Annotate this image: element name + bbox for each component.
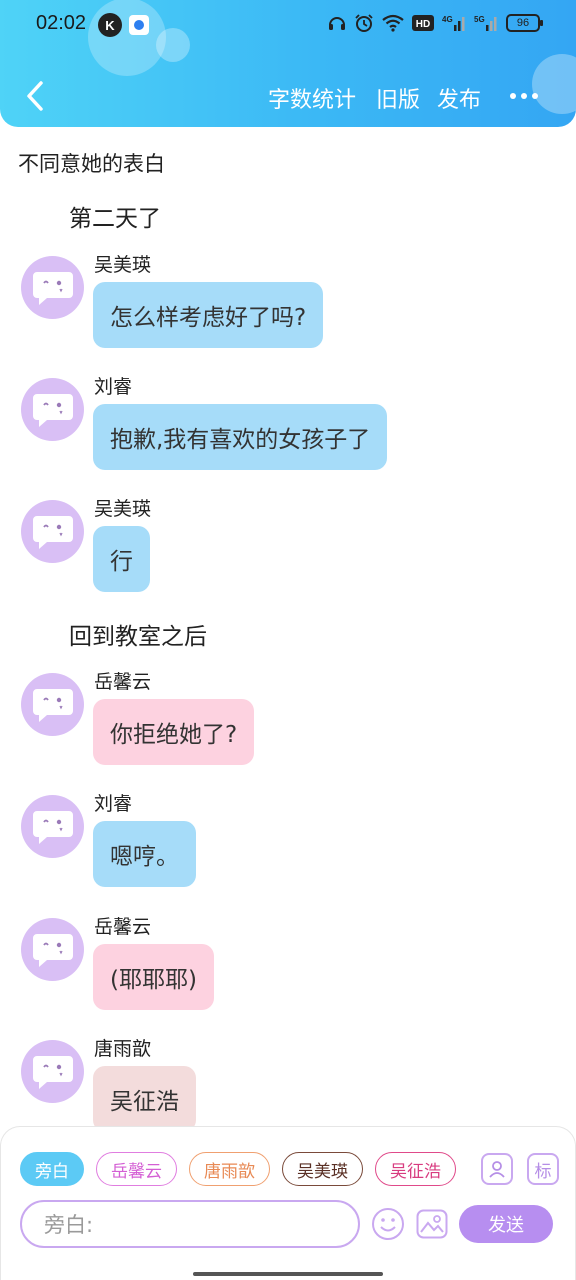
- signal-5g-icon: 5G: [474, 15, 497, 31]
- image-button[interactable]: [414, 1206, 450, 1242]
- image-icon: [416, 1209, 448, 1239]
- k-app-icon: K: [98, 13, 122, 37]
- svg-text:5G: 5G: [474, 15, 485, 24]
- speaker-name: 吴美瑛: [94, 498, 152, 520]
- send-button[interactable]: 发送: [459, 1205, 553, 1243]
- home-indicator[interactable]: [193, 1272, 383, 1276]
- chat-bubble-face-icon: [32, 810, 73, 844]
- avatar[interactable]: [21, 1040, 84, 1103]
- speaker-name: 唐雨歆: [94, 1038, 152, 1060]
- avatar[interactable]: [21, 795, 84, 858]
- chat-bubble-face-icon: [32, 515, 73, 549]
- role-chip-bar[interactable]: 旁白 岳馨云 唐雨歆 吴美瑛 吴征浩: [20, 1152, 464, 1188]
- headphones-icon: [329, 17, 345, 30]
- message-bubble[interactable]: 吴征浩: [93, 1066, 196, 1132]
- avatar[interactable]: [21, 673, 84, 736]
- narration-line[interactable]: 第二天了: [69, 199, 161, 233]
- message-bubble[interactable]: (耶耶耶): [93, 944, 214, 1010]
- speaker-name: 吴美瑛: [94, 254, 152, 276]
- app-notification-icon: [129, 15, 149, 35]
- input-placeholder: 旁白:: [44, 1213, 94, 1237]
- hd-icon: HD: [412, 15, 434, 31]
- battery-level: 96: [516, 17, 530, 29]
- message-bubble[interactable]: 行: [93, 526, 150, 592]
- avatar[interactable]: [21, 378, 84, 441]
- wifi-icon: [382, 14, 404, 32]
- message-bubble[interactable]: 嗯哼。: [93, 821, 196, 887]
- person-icon: [489, 1161, 505, 1178]
- role-chip-tang-yuxin[interactable]: 唐雨歆: [189, 1152, 270, 1186]
- alarm-icon: [355, 14, 373, 32]
- emoji-button[interactable]: [370, 1206, 406, 1242]
- chat-bubble-face-icon: [32, 1055, 73, 1089]
- chat-bubble-face-icon: [32, 688, 73, 722]
- speaker-name: 刘睿: [94, 376, 133, 398]
- signal-4g-icon: 4G: [442, 15, 465, 31]
- chat-bubble-face-icon: [32, 933, 73, 967]
- publish-button[interactable]: 发布: [437, 82, 481, 114]
- message-bubble[interactable]: 抱歉,我有喜欢的女孩子了: [93, 404, 388, 470]
- smile-icon: [372, 1208, 404, 1240]
- svg-text:HD: HD: [416, 19, 430, 30]
- avatar[interactable]: [21, 256, 84, 319]
- character-manage-button[interactable]: [481, 1153, 513, 1185]
- old-version-button[interactable]: 旧版: [376, 82, 420, 114]
- back-button[interactable]: [18, 76, 52, 116]
- speaker-name: 岳馨云: [94, 916, 152, 938]
- story-title[interactable]: 不同意她的表白: [18, 148, 165, 178]
- avatar[interactable]: [21, 500, 84, 563]
- more-dot-icon: [521, 93, 527, 99]
- chat-bubble-face-icon: [32, 271, 73, 305]
- speaker-name: 岳馨云: [94, 671, 152, 693]
- speaker-name: 刘睿: [94, 793, 133, 815]
- decor-bubble: [156, 28, 190, 62]
- battery-indicator: 96: [506, 14, 543, 32]
- svg-text:4G: 4G: [442, 15, 453, 24]
- more-dot-icon: [532, 93, 538, 99]
- role-chip-wu-meiying[interactable]: 吴美瑛: [282, 1152, 363, 1186]
- message-bubble[interactable]: 你拒绝她了?: [93, 699, 255, 765]
- role-chip-narration[interactable]: 旁白: [20, 1152, 84, 1186]
- status-icons: HD 4G 5G 96: [328, 13, 543, 33]
- word-count-button[interactable]: 字数统计: [268, 82, 356, 114]
- status-time: 02:02: [36, 12, 87, 34]
- more-dot-icon: [510, 93, 516, 99]
- top-header: 02:02 K HD 4G 5G 96 字数统计 旧版 发布: [0, 0, 576, 127]
- decor-bubble: [88, 0, 166, 76]
- more-button[interactable]: [504, 78, 544, 114]
- message-bubble[interactable]: 怎么样考虑好了吗?: [93, 282, 324, 348]
- avatar[interactable]: [21, 918, 84, 981]
- chevron-left-icon: [27, 81, 43, 111]
- narration-line[interactable]: 回到教室之后: [69, 617, 207, 651]
- mark-button[interactable]: 标: [527, 1153, 559, 1185]
- role-chip-yue-xinyun[interactable]: 岳馨云: [96, 1152, 177, 1186]
- role-chip-wu-zhenghao[interactable]: 吴征浩: [375, 1152, 456, 1186]
- chat-bubble-face-icon: [32, 393, 73, 427]
- mark-label: 标: [534, 1161, 552, 1182]
- message-input[interactable]: 旁白:: [20, 1200, 360, 1248]
